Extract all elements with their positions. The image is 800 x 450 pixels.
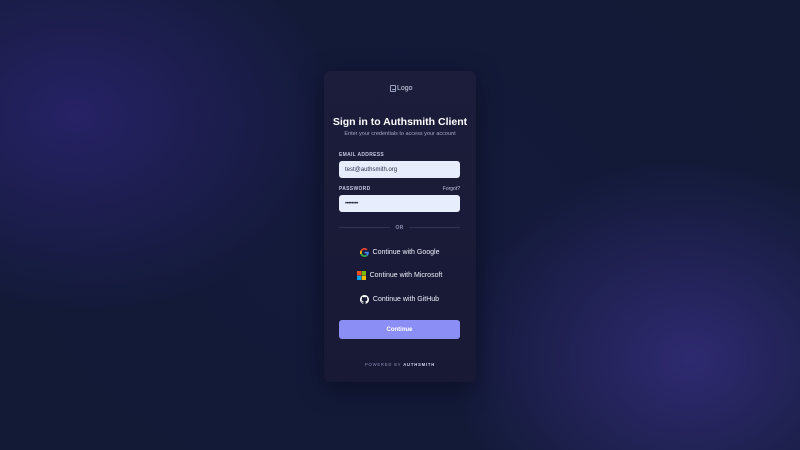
email-value: test@authsmith.org xyxy=(345,166,398,173)
powered-by-footer: POWERED BY AUTHSMITH xyxy=(324,362,476,367)
email-field[interactable]: test@authsmith.org xyxy=(339,161,460,178)
page-subtitle: Enter your credentials to access your ac… xyxy=(344,131,456,137)
github-sign-in-button[interactable]: Continue with GitHub xyxy=(339,292,460,306)
github-button-label: Continue with GitHub xyxy=(372,295,440,303)
forgot-password-link[interactable]: Forgot? xyxy=(430,186,460,192)
or-divider: OR xyxy=(339,224,461,231)
powered-by-brand: AUTHSMITH xyxy=(403,362,436,367)
google-icon xyxy=(359,247,369,257)
divider-line-left xyxy=(339,227,391,228)
logo: Logo xyxy=(390,82,413,94)
microsoft-sign-in-button[interactable]: Continue with Microsoft xyxy=(339,268,460,282)
divider-line-right xyxy=(408,227,461,228)
microsoft-button-label: Continue with Microsoft xyxy=(369,271,443,279)
microsoft-icon xyxy=(356,270,366,280)
google-sign-in-button[interactable]: Continue with Google xyxy=(339,245,460,259)
broken-image-icon xyxy=(390,84,396,92)
password-label: PASSWORD xyxy=(339,186,371,192)
password-field[interactable]: •••••••• xyxy=(339,195,460,212)
password-value: •••••••• xyxy=(345,200,358,207)
divider-label: OR xyxy=(395,224,404,231)
google-button-label: Continue with Google xyxy=(372,248,440,256)
continue-button[interactable]: Continue xyxy=(339,320,460,339)
github-icon xyxy=(359,294,369,304)
email-label: EMAIL ADDRESS xyxy=(339,152,385,158)
logo-alt-text: Logo xyxy=(397,84,413,92)
powered-by-prefix: POWERED BY xyxy=(364,362,402,367)
page-title: Sign in to Authsmith Client xyxy=(332,116,468,128)
